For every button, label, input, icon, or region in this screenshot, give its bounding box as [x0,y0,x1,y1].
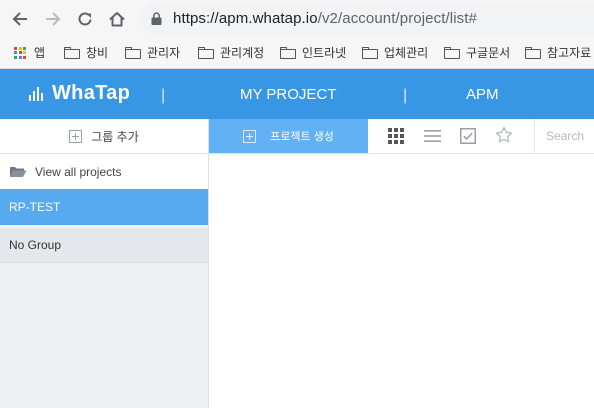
group-label: RP-TEST [9,200,61,214]
select-button[interactable] [459,127,477,145]
bookmark-folder-changbi[interactable]: 창비 [64,37,108,68]
lock-icon [151,12,162,25]
bookmark-folder-admin[interactable]: 관리자 [125,37,180,68]
toolbar-divider [534,119,535,153]
folder-icon [125,46,141,59]
url-host: https://apm.whatap.io [173,10,318,27]
list-view-icon [423,130,441,142]
back-button[interactable] [10,9,30,29]
search-input[interactable] [546,127,594,145]
whatap-logo-icon [29,86,43,101]
plus-icon [243,129,257,143]
project-list-area [209,154,594,408]
group-item-no-group[interactable]: No Group [0,228,208,263]
bookmark-label: 앱 [34,46,46,60]
bookmark-label: 관리계정 [220,46,265,60]
bookmark-label: 인트라넷 [302,46,347,60]
bookmark-label: 업체관리 [384,46,429,60]
plus-icon [69,129,83,143]
url-text[interactable]: https://apm.whatap.io/v2/account/project… [173,10,477,27]
create-project-label: 프로젝트 생성 [270,131,334,143]
bookmark-folder-admin-accounts[interactable]: 관리계정 [198,37,264,68]
apps-grid-icon [14,46,26,59]
folder-icon [362,46,378,59]
header-separator: | [161,87,166,104]
logo-text: WhaTap [52,82,131,104]
view-all-projects[interactable]: View all projects [0,154,208,189]
home-button[interactable] [107,9,127,29]
nav-apm[interactable]: APM [466,86,499,103]
folder-icon [280,46,296,59]
bookmark-folder-google-docs[interactable]: 구글문서 [444,37,510,68]
header-separator: | [403,87,408,104]
forward-button[interactable] [43,9,63,29]
view-all-label: View all projects [35,164,122,179]
list-view-button[interactable] [423,127,441,145]
reload-button[interactable] [75,9,95,29]
checkbox-icon [460,128,476,144]
create-project-button[interactable]: 프로젝트 생성 [209,119,368,153]
folder-icon [525,46,541,59]
bookmark-folder-intranet[interactable]: 인트라넷 [280,37,346,68]
home-icon [109,12,125,27]
grid-view-icon [388,128,404,144]
bookmark-label: 구글문서 [466,46,511,60]
bookmark-label: 창비 [86,46,109,60]
star-icon [495,126,513,143]
bookmark-label: 참고자료 [547,46,592,60]
group-label: No Group [9,238,62,252]
bookmark-folder-vendors[interactable]: 업체관리 [362,37,428,68]
add-group-button[interactable]: 그룹 추가 [0,119,208,154]
folder-icon [444,46,460,59]
bookmark-label: 관리자 [147,46,181,60]
bookmark-apps[interactable]: 앱 [14,37,45,68]
add-group-label: 그룹 추가 [91,129,139,144]
grid-view-button[interactable] [387,127,405,145]
folder-icon [198,46,214,59]
url-path: /v2/account/project/list# [317,10,477,27]
favorites-button[interactable] [495,126,513,144]
forward-arrow-icon [46,12,61,26]
group-item-rp-test[interactable]: RP-TEST [0,189,208,225]
nav-my-project[interactable]: MY PROJECT [240,86,336,103]
folder-open-icon [10,167,27,177]
reload-icon [78,12,92,26]
back-arrow-icon [12,12,27,26]
folder-icon [64,46,80,59]
whatap-logo[interactable]: WhaTap [28,82,130,105]
bookmark-folder-references[interactable]: 참고자료 [525,37,591,68]
